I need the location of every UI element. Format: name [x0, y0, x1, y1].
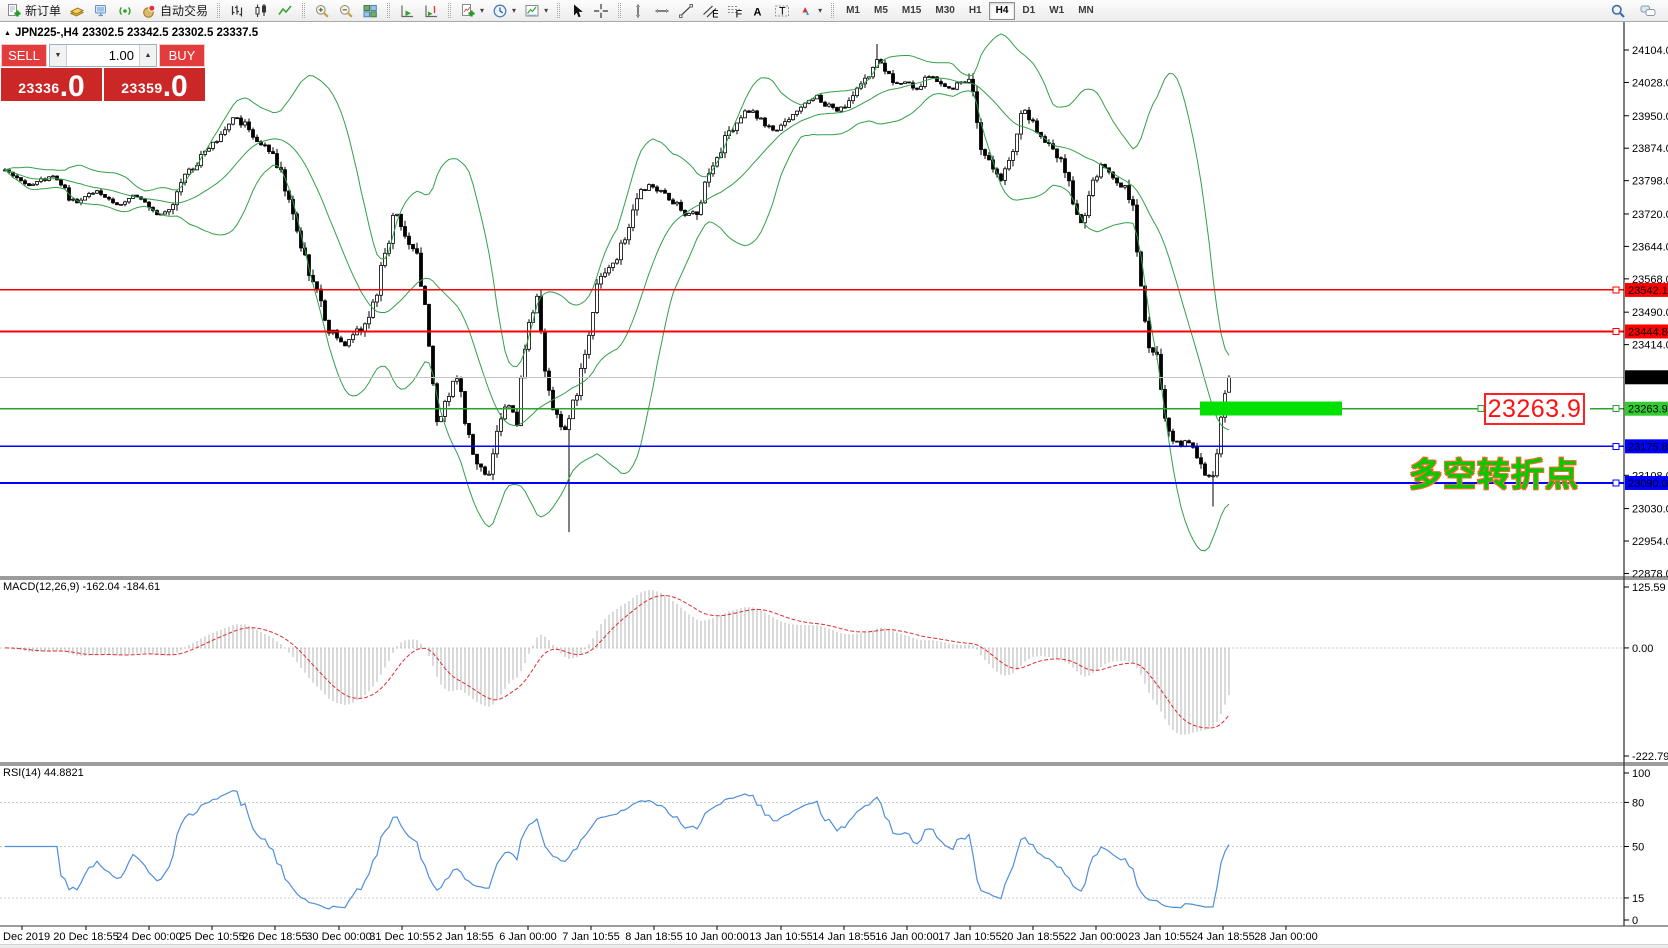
buy-price-main: 23359 [121, 80, 162, 96]
volume-spinner: ▼ ▲ [49, 44, 157, 67]
chart-ohlc-values: 23302.5 23342.5 23302.5 23337.5 [82, 27, 258, 39]
time-tick-label: 28 Jan 00:00 [1254, 931, 1318, 943]
time-tick-label: 31 Dec 10:55 [369, 931, 434, 943]
sell-button[interactable]: SELL [1, 44, 47, 67]
hline-handle[interactable] [1613, 328, 1619, 334]
rsi-tick-label: 80 [1632, 797, 1644, 809]
price-marker-label: 23337.5 [1628, 372, 1668, 384]
highlight-rect[interactable] [1200, 402, 1342, 416]
time-tick-label: 25 Dec 10:55 [179, 931, 244, 943]
rsi-tick-label: 50 [1632, 842, 1644, 854]
price-axis: 24104.0 24028.0 23950.0 23874.0 23798.0 23720… [1624, 45, 1668, 580]
price-tick-label: 22878.0 [1632, 568, 1668, 580]
macd-indicator-label: MACD(12,26,9) -162.04 -184.61 [3, 581, 160, 593]
macd-tick-label: 0.00 [1632, 643, 1653, 655]
price-tick-label: 23030.0 [1632, 504, 1668, 516]
one-click-trade-panel: SELL ▼ ▲ BUY 23336 .0 23359 .0 [1, 44, 205, 101]
time-axis: 9 Dec 201920 Dec 18:5524 Dec 00:0025 Dec… [0, 926, 1318, 943]
time-tick-label: 10 Jan 00:00 [685, 931, 749, 943]
price-tick-label: 23414.0 [1632, 340, 1668, 352]
price-tick-label: 24028.0 [1632, 77, 1668, 89]
price-tick-label: 23644.0 [1632, 241, 1668, 253]
price-tick-label: 23950.0 [1632, 111, 1668, 123]
macd-tick-label: 125.59 [1632, 582, 1666, 594]
time-tick-label: 8 Jan 18:55 [625, 931, 683, 943]
rsi-tick-label: 0 [1632, 915, 1638, 927]
rsi-tick-label: 100 [1632, 768, 1650, 780]
hline-handle[interactable] [1613, 287, 1619, 293]
time-tick-label: 24 Jan 18:55 [1191, 931, 1255, 943]
time-tick-label: 30 Dec 00:00 [306, 931, 371, 943]
macd-axis: 125.59 0.00 -222.79 [1624, 582, 1668, 763]
price-level-callout[interactable]: 23263.9 [1484, 393, 1585, 425]
time-tick-label: 22 Jan 00:00 [1064, 931, 1128, 943]
time-tick-label: 24 Dec 00:00 [116, 931, 181, 943]
time-tick-label: 20 Dec 18:55 [53, 931, 118, 943]
rsi-tick-label: 15 [1632, 893, 1644, 905]
sell-price-fraction: .0 [60, 73, 85, 100]
sell-price-main: 23336 [18, 80, 59, 96]
macd-tick-label: -222.79 [1632, 751, 1668, 763]
time-tick-label: 20 Jan 18:55 [1001, 931, 1065, 943]
buy-button[interactable]: BUY [159, 44, 205, 67]
time-tick-label: 2 Jan 18:55 [436, 931, 494, 943]
price-marker-label: 23542.1 [1628, 285, 1668, 297]
price-marker-label: 23175.8 [1628, 441, 1668, 453]
buy-price-fraction: .0 [163, 73, 188, 100]
rsi-indicator-label: RSI(14) 44.8821 [3, 767, 84, 779]
buy-price-button[interactable]: 23359 .0 [104, 68, 205, 101]
chart-expand-icon[interactable]: ▲ [4, 30, 11, 37]
chart-title: ▲ JPN225-,H4 23302.5 23342.5 23302.5 233… [4, 27, 258, 39]
volume-increase-button[interactable]: ▲ [139, 45, 156, 66]
time-tick-label: 13 Jan 10:55 [749, 931, 813, 943]
time-tick-label: 6 Jan 00:00 [499, 931, 557, 943]
turning-point-annotation[interactable]: 多空转折点 [1409, 448, 1579, 496]
sell-price-button[interactable]: 23336 .0 [1, 68, 102, 101]
rsi-axis: 100 80 50 15 0 [1624, 768, 1650, 927]
chart-symbol-label: JPN225-,H4 [15, 27, 78, 39]
macd-series [5, 590, 1229, 735]
candlestick-series [4, 44, 1231, 532]
hline-handle[interactable] [1613, 480, 1619, 486]
time-tick-label: 16 Jan 00:00 [875, 931, 939, 943]
mt4-window: 新订单自动交易▾▾▾EFAT▾M1M5M15M30H1H4D1W1MN 2410… [0, 0, 1668, 948]
time-tick-label: 17 Jan 10:55 [938, 931, 1002, 943]
bollinger-bands [5, 34, 1229, 551]
horizontal-line-objects[interactable] [0, 287, 1624, 486]
time-tick-label: 9 Dec 2019 [0, 931, 50, 943]
price-tick-label: 23874.0 [1632, 143, 1668, 155]
price-marker-label: 23444.8 [1628, 326, 1668, 338]
rsi-series [5, 791, 1229, 909]
time-tick-label: 14 Jan 18:55 [812, 931, 876, 943]
price-marker-label: 23090.0 [1628, 478, 1668, 490]
volume-decrease-button[interactable]: ▼ [50, 45, 67, 66]
status-strip [0, 944, 1668, 948]
price-tick-label: 23490.0 [1632, 307, 1668, 319]
indicator-levels [0, 648, 1624, 898]
green-line-handle[interactable] [1613, 406, 1619, 412]
time-tick-label: 23 Jan 10:55 [1128, 931, 1192, 943]
price-marker-label: 23263.9 [1628, 404, 1668, 416]
time-tick-label: 7 Jan 10:55 [562, 931, 620, 943]
hline-handle[interactable] [1613, 443, 1619, 449]
price-tick-label: 23720.0 [1632, 209, 1668, 221]
price-tick-label: 22954.0 [1632, 536, 1668, 548]
time-tick-label: 26 Dec 18:55 [242, 931, 307, 943]
price-tick-label: 24104.0 [1632, 45, 1668, 57]
volume-input[interactable] [67, 45, 139, 66]
green-level-group[interactable] [0, 402, 1624, 416]
price-tick-label: 23798.0 [1632, 176, 1668, 188]
